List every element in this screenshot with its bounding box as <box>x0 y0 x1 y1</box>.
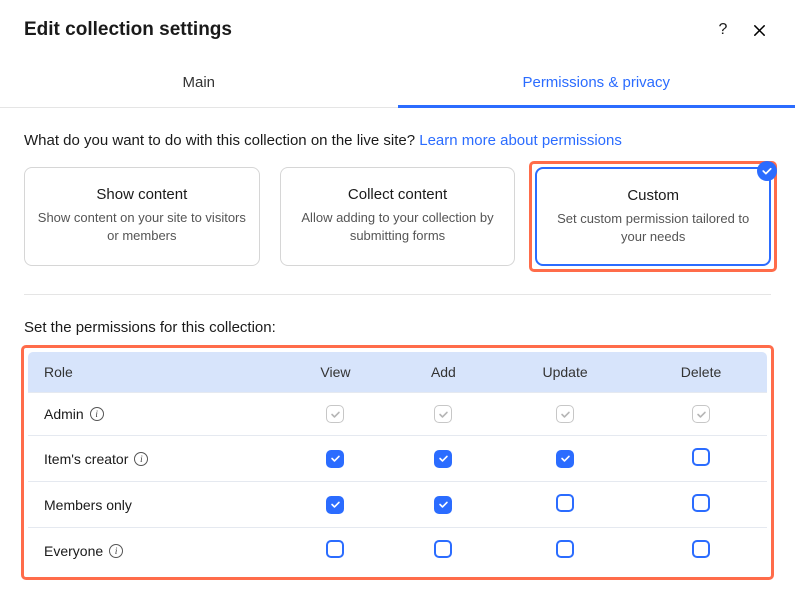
role-label: Members only <box>44 497 132 513</box>
info-icon[interactable]: i <box>109 544 123 558</box>
tabs: Main Permissions & privacy <box>0 60 795 108</box>
col-delete: Delete <box>635 352 767 393</box>
checkbox-everyone-view[interactable] <box>326 540 344 558</box>
content-area: What do you want to do with this collect… <box>0 108 795 601</box>
col-role: Role <box>28 352 280 393</box>
permissions-table-highlight: Role View Add Update Delete AdminiItem's… <box>24 348 771 577</box>
col-update: Update <box>495 352 635 393</box>
dialog-title: Edit collection settings <box>24 19 699 41</box>
checkbox-everyone-update[interactable] <box>556 540 574 558</box>
prompt-line: What do you want to do with this collect… <box>24 132 771 149</box>
col-view: View <box>279 352 392 393</box>
role-label: Item's creator <box>44 451 128 467</box>
card-desc: Show content on your site to visitors or… <box>37 209 247 245</box>
card-desc: Set custom permission tailored to your n… <box>549 210 757 246</box>
role-label: Admin <box>44 406 84 422</box>
learn-more-link[interactable]: Learn more about permissions <box>419 132 622 149</box>
checkbox-creator-delete[interactable] <box>692 448 710 466</box>
col-add: Add <box>392 352 495 393</box>
checkbox-everyone-delete[interactable] <box>692 540 710 558</box>
table-row: Everyone i <box>28 528 768 574</box>
card-title: Custom <box>549 187 757 204</box>
permissions-heading: Set the permissions for this collection: <box>24 319 771 336</box>
card-custom[interactable]: Custom Set custom permission tailored to… <box>535 167 771 266</box>
tab-main[interactable]: Main <box>0 60 398 107</box>
option-cards: Show content Show content on your site t… <box>24 167 771 295</box>
role-label: Everyone <box>44 543 103 559</box>
table-header-row: Role View Add Update Delete <box>28 352 768 393</box>
checkbox-members-view[interactable] <box>326 496 344 514</box>
info-icon[interactable]: i <box>90 407 104 421</box>
checkbox-admin-view <box>326 405 344 423</box>
tab-permissions[interactable]: Permissions & privacy <box>398 60 795 108</box>
card-desc: Allow adding to your collection by submi… <box>293 209 503 245</box>
checkbox-members-add[interactable] <box>434 496 452 514</box>
checkbox-admin-delete <box>692 405 710 423</box>
checkbox-everyone-add[interactable] <box>434 540 452 558</box>
card-collect-content[interactable]: Collect content Allow adding to your col… <box>280 167 516 266</box>
checkbox-members-delete[interactable] <box>692 494 710 512</box>
permissions-table: Role View Add Update Delete AdminiItem's… <box>27 351 768 574</box>
help-icon[interactable]: ? <box>711 18 735 42</box>
dialog-header: Edit collection settings ? <box>0 0 795 60</box>
info-icon[interactable]: i <box>134 452 148 466</box>
checkbox-members-update[interactable] <box>556 494 574 512</box>
checkbox-admin-update <box>556 405 574 423</box>
prompt-text: What do you want to do with this collect… <box>24 132 415 149</box>
card-title: Show content <box>37 186 247 203</box>
card-custom-highlight: Custom Set custom permission tailored to… <box>532 164 774 269</box>
card-title: Collect content <box>293 186 503 203</box>
table-row: Admini <box>28 393 768 436</box>
close-icon[interactable] <box>747 18 771 42</box>
table-row: Item's creator i <box>28 436 768 482</box>
table-row: Members only <box>28 482 768 528</box>
card-show-content[interactable]: Show content Show content on your site t… <box>24 167 260 266</box>
checkbox-creator-view[interactable] <box>326 450 344 468</box>
checkbox-creator-add[interactable] <box>434 450 452 468</box>
checkbox-creator-update[interactable] <box>556 450 574 468</box>
check-badge-icon <box>757 161 777 181</box>
checkbox-admin-add <box>434 405 452 423</box>
